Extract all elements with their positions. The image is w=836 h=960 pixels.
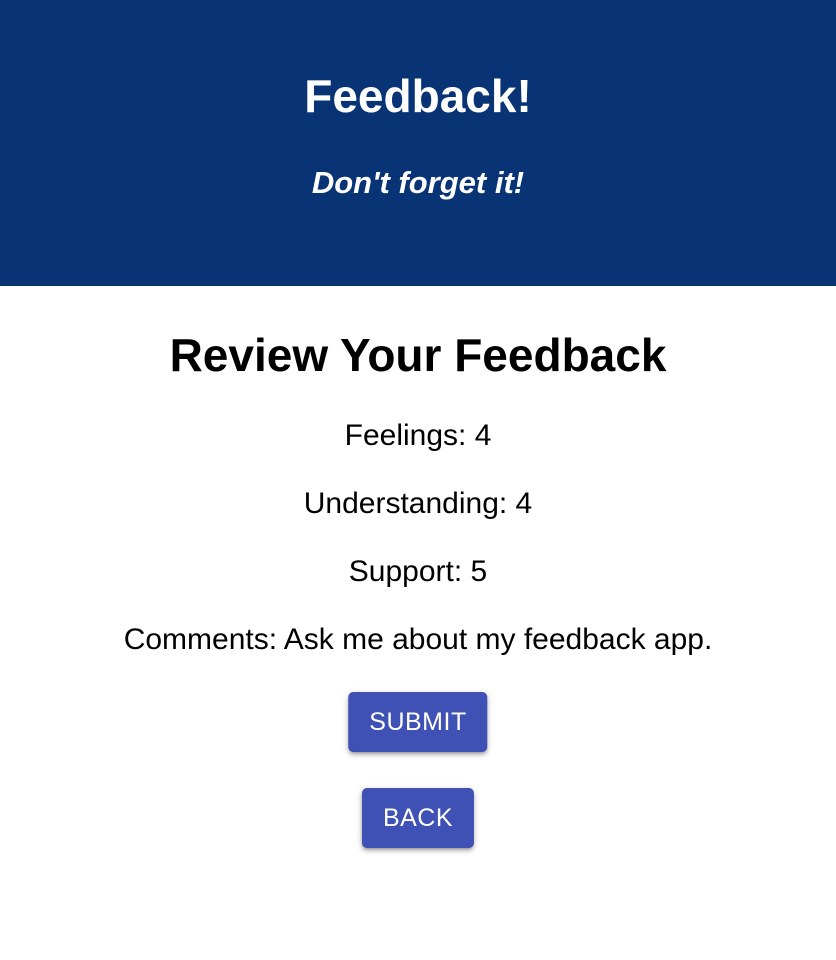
- app-title: Feedback!: [304, 70, 532, 122]
- review-section: Review Your Feedback Feelings: 4 Underst…: [0, 286, 836, 960]
- back-button[interactable]: BACK: [361, 788, 475, 848]
- understanding-value: Understanding: 4: [303, 487, 533, 520]
- comments-value: Comments: Ask me about my feedback app.: [123, 623, 713, 656]
- app-header: Feedback! Don't forget it!: [0, 0, 836, 286]
- review-heading: Review Your Feedback: [169, 329, 667, 381]
- submit-button[interactable]: SUBMIT: [348, 692, 488, 752]
- support-value: Support: 5: [348, 555, 488, 588]
- app-tagline: Don't forget it!: [311, 165, 525, 200]
- feelings-value: Feelings: 4: [344, 419, 492, 452]
